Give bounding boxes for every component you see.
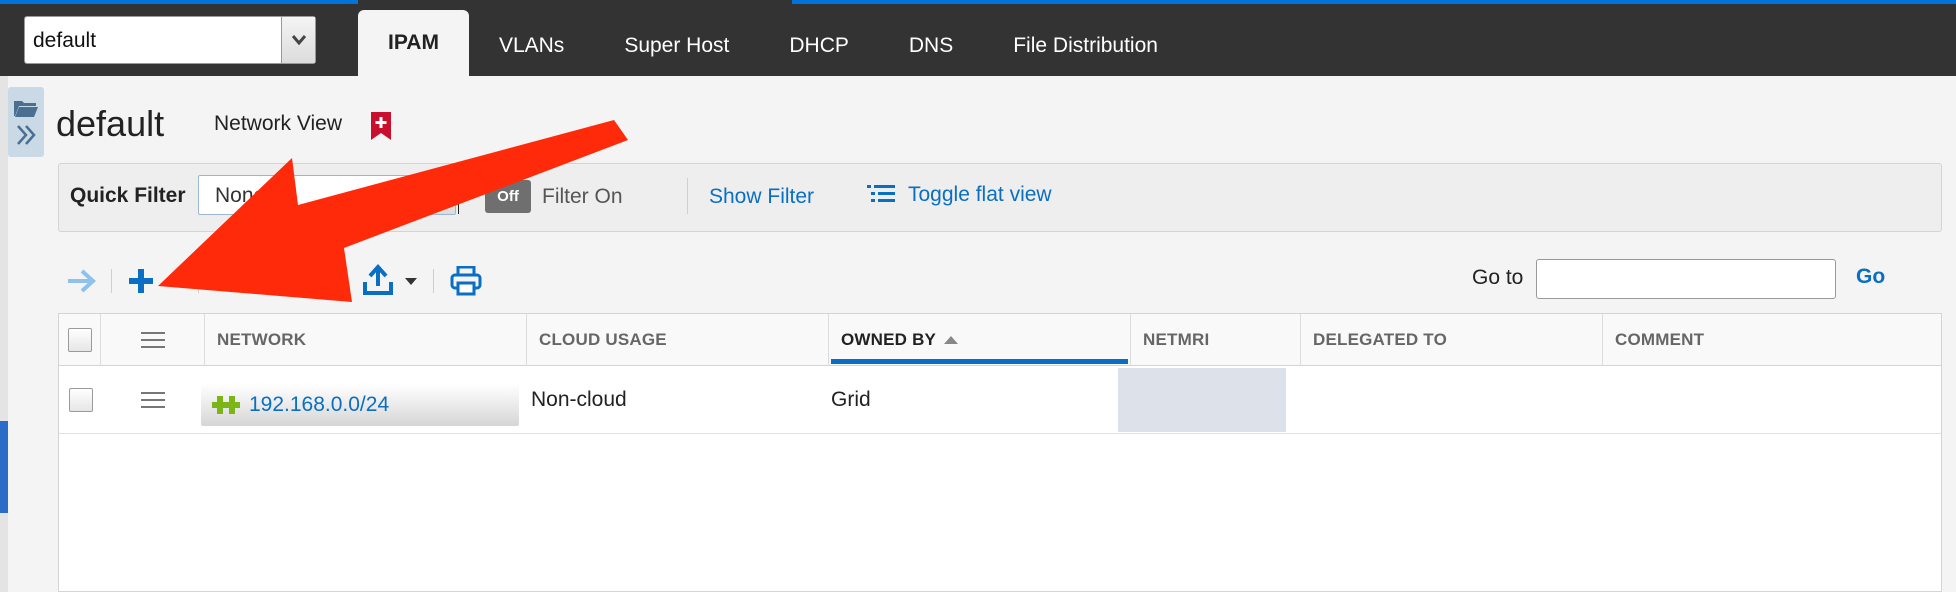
caret-down-icon[interactable]: [168, 278, 180, 286]
comment-cell: [1607, 366, 1937, 434]
column-header-cloud-usage[interactable]: CLOUD USAGE: [527, 314, 829, 366]
divider: [458, 194, 459, 214]
divider: [198, 269, 199, 293]
column-header-owned-by[interactable]: OWNED BY: [829, 314, 1131, 366]
divider: [433, 269, 434, 293]
tab-ipam[interactable]: IPAM: [358, 10, 469, 76]
tab-dhcp[interactable]: DHCP: [759, 16, 879, 76]
page-title: default: [56, 103, 165, 144]
row-menu-icon[interactable]: [141, 387, 165, 413]
column-menu-icon[interactable]: [140, 327, 165, 353]
add-icon[interactable]: [126, 266, 156, 296]
netmri-cell: [1118, 368, 1286, 432]
bookmark-add-icon[interactable]: [370, 111, 392, 141]
goto-input[interactable]: [1536, 259, 1836, 299]
export-icon[interactable]: [362, 264, 394, 296]
filter-toggle[interactable]: Off: [485, 180, 531, 213]
column-header-netmri[interactable]: NETMRI: [1131, 314, 1301, 366]
owned-by-cell: Grid: [831, 388, 871, 411]
list-tree-icon: [867, 185, 895, 202]
delegated-to-cell: [1305, 366, 1595, 434]
network-cell: 192.168.0.0/24: [201, 384, 519, 426]
tab-vlans[interactable]: VLANs: [469, 16, 594, 76]
network-view-select-value: default: [33, 29, 97, 52]
select-all-checkbox[interactable]: [67, 328, 92, 352]
accent-line: [0, 0, 358, 4]
double-chevron-right-icon: [17, 125, 36, 145]
column-header-network[interactable]: NETWORK: [205, 314, 527, 366]
top-navigation-bar: default IPAM VLANs Super Host DHCP DNS F…: [0, 0, 1956, 76]
show-filter-link[interactable]: Show Filter: [709, 185, 814, 209]
network-view-select[interactable]: default: [24, 16, 316, 64]
row-checkbox-cell: [63, 366, 99, 434]
sort-ascending-icon: [944, 336, 959, 344]
tab-file-distribution[interactable]: File Distribution: [983, 16, 1188, 76]
quick-filter-select[interactable]: None: [198, 175, 456, 215]
folder-open-icon: [14, 101, 38, 117]
row-checkbox[interactable]: [69, 388, 93, 412]
print-icon[interactable]: [450, 266, 482, 296]
quick-filter-dropdown-button[interactable]: [405, 176, 455, 214]
sort-indicator: [831, 359, 1128, 364]
divider: [346, 269, 347, 293]
toggle-flat-view-link[interactable]: Toggle flat view: [866, 180, 1052, 210]
filter-on-label: Filter On: [542, 185, 623, 208]
column-header-owned-by-label: OWNED BY: [841, 330, 937, 349]
network-icon: [212, 396, 240, 414]
row-menu-cell: [101, 366, 205, 434]
left-edge-strip: [0, 76, 8, 592]
quick-filter-value: None: [215, 184, 266, 207]
tab-super-host[interactable]: Super Host: [594, 16, 759, 76]
main-tabs: IPAM VLANs Super Host DHCP DNS File Dist…: [358, 10, 1188, 76]
cloud-usage-cell: Non-cloud: [531, 388, 627, 411]
chevron-down-icon[interactable]: [281, 17, 315, 63]
table-row[interactable]: 192.168.0.0/24 Non-cloud Grid: [59, 366, 1941, 434]
network-link[interactable]: 192.168.0.0/24: [249, 393, 389, 417]
toggle-flat-view-label: Toggle flat view: [908, 183, 1052, 206]
table-header: NETWORK CLOUD USAGE OWNED BY NETMRI DELE…: [59, 314, 1941, 366]
sidebar-toggle[interactable]: [8, 87, 44, 157]
goto-label: Go to: [1472, 266, 1524, 289]
accent-line: [792, 0, 1956, 4]
divider: [111, 269, 112, 293]
column-header-comment[interactable]: COMMENT: [1603, 314, 1943, 366]
go-button[interactable]: Go: [1856, 265, 1885, 289]
tab-dns[interactable]: DNS: [879, 16, 983, 76]
networks-table: NETWORK CLOUD USAGE OWNED BY NETMRI DELE…: [58, 313, 1942, 592]
arrow-right-icon[interactable]: [66, 268, 96, 294]
select-all-header: [59, 314, 101, 366]
page-subtitle: Network View: [214, 112, 342, 135]
row-menu-header: [101, 314, 205, 366]
caret-down-icon[interactable]: [405, 278, 417, 286]
divider: [687, 178, 688, 214]
column-header-delegated-to[interactable]: DELEGATED TO: [1301, 314, 1603, 366]
quick-filter-label: Quick Filter: [70, 184, 186, 207]
